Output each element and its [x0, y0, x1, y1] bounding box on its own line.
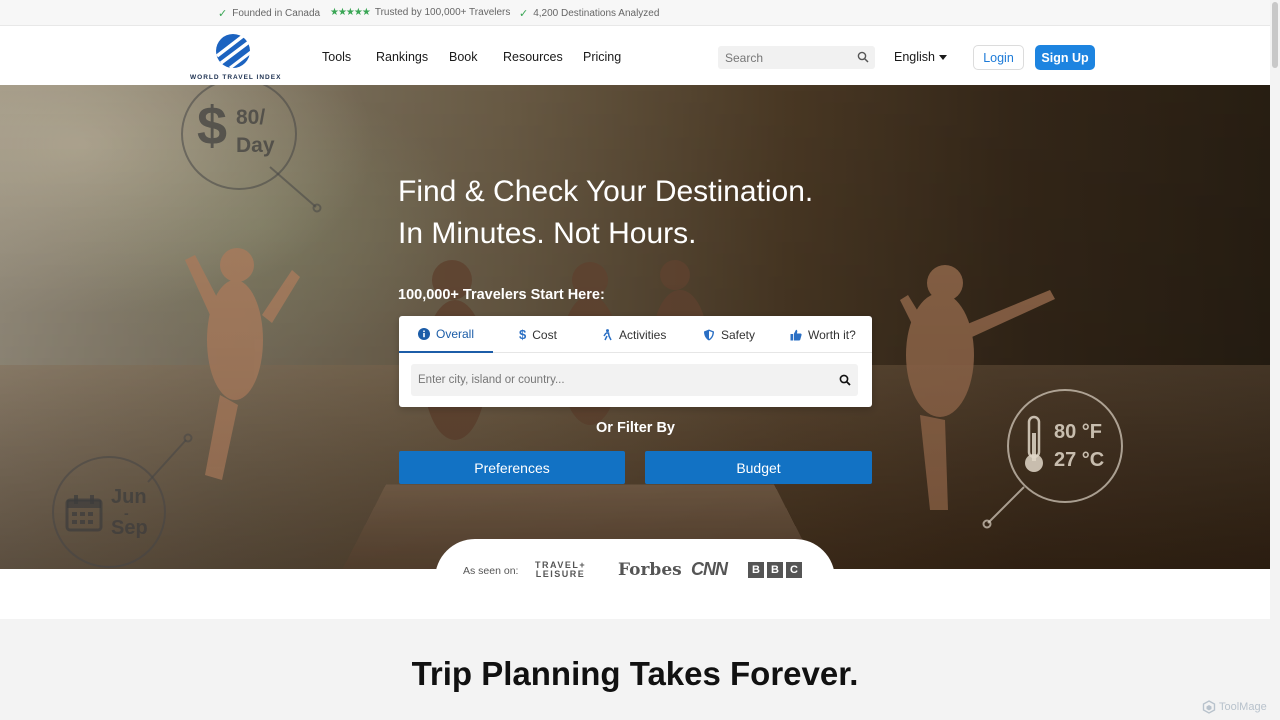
- page-scrollbar[interactable]: [1270, 0, 1280, 720]
- check-icon: ✓: [519, 8, 529, 20]
- thumbs-up-icon: [790, 329, 802, 340]
- nav-link-book[interactable]: Book: [449, 50, 478, 64]
- cost-value: 80/: [236, 106, 266, 129]
- tab-overall[interactable]: Overall: [399, 316, 493, 353]
- months-to: Sep: [111, 517, 148, 539]
- temperature-f: 80 °F: [1054, 421, 1103, 443]
- language-label: English: [894, 50, 935, 64]
- tab-worth-it-label: Worth it?: [808, 327, 856, 342]
- search-icon[interactable]: [857, 51, 869, 63]
- cost-badge-connector: [269, 166, 322, 213]
- watermark-text: ToolMage: [1219, 701, 1267, 713]
- search-input[interactable]: [718, 46, 848, 69]
- trust-trusted-text: Trusted by 100,000+ Travelers: [374, 7, 511, 18]
- trust-bar: ✓ Founded in Canada ★★★★★ Trusted by 100…: [0, 0, 1270, 26]
- temperature-c: 27 °C: [1054, 449, 1105, 471]
- destination-input[interactable]: [411, 364, 821, 396]
- search-box: [718, 46, 875, 69]
- destination-finder: Overall $ Cost Activities Safety Worth i…: [399, 316, 872, 407]
- months-badge-connector: [147, 433, 193, 483]
- info-icon: [417, 327, 430, 340]
- logo[interactable]: WORLD TRAVEL INDEX: [190, 32, 280, 82]
- cnn-logo: CNN: [691, 559, 728, 579]
- tab-safety-label: Safety: [721, 327, 756, 342]
- shield-icon: [704, 329, 714, 340]
- dollar-icon: $: [519, 327, 527, 342]
- travel-leisure-line2: LEISURE: [535, 569, 586, 579]
- signup-button[interactable]: Sign Up: [1035, 45, 1095, 70]
- preferences-button[interactable]: Preferences: [399, 451, 625, 484]
- cost-unit: Day: [236, 134, 275, 157]
- tab-cost[interactable]: $ Cost: [519, 316, 557, 353]
- or-filter-label: Or Filter By: [596, 420, 675, 436]
- temperature-badge-connector: [982, 486, 1025, 529]
- search-icon[interactable]: [839, 374, 851, 386]
- as-seen-on-label: As seen on:: [463, 565, 519, 577]
- nav-link-rankings[interactable]: Rankings: [376, 50, 428, 64]
- hero-title-line2: In Minutes. Not Hours.: [398, 217, 697, 250]
- caret-down-icon: [939, 54, 947, 60]
- nav-link-tools[interactable]: Tools: [322, 50, 351, 64]
- forbes-logo: Forbes: [618, 560, 682, 580]
- calendar-icon: [65, 495, 103, 532]
- hero-subtitle: 100,000+ Travelers Start Here:: [398, 287, 605, 303]
- travel-leisure-logo: TRAVEL+ LEISURE: [535, 561, 586, 579]
- watermark-logo-icon: [1202, 700, 1216, 714]
- destination-input-box: [411, 364, 858, 396]
- hero-title: Find & Check Your Destination. In Minute…: [398, 171, 813, 255]
- check-icon: ✓: [218, 8, 228, 20]
- tab-worth-it[interactable]: Worth it?: [790, 316, 856, 353]
- as-seen-on: As seen on: TRAVEL+ LEISURE Forbes CNN B…: [435, 539, 835, 599]
- hero-title-line1: Find & Check Your Destination.: [398, 175, 814, 208]
- trust-trusted: ★★★★★ Trusted by 100,000+ Travelers: [330, 7, 510, 18]
- tab-overall-label: Overall: [435, 326, 474, 341]
- section-trip-planning-title: Trip Planning Takes Forever.: [411, 655, 859, 692]
- tab-activities[interactable]: Activities: [601, 316, 666, 353]
- finder-tabs: Overall $ Cost Activities Safety Worth i…: [399, 316, 872, 353]
- watermark: ToolMage: [1202, 700, 1267, 714]
- scrollbar-thumb[interactable]: [1272, 2, 1278, 68]
- tab-activities-label: Activities: [619, 327, 667, 342]
- bbc-logo: B B C: [748, 562, 802, 578]
- login-button[interactable]: Login: [973, 45, 1024, 70]
- trust-destinations: ✓ 4,200 Destinations Analyzed: [519, 7, 659, 20]
- tab-safety[interactable]: Safety: [703, 316, 755, 353]
- dollar-icon: $: [197, 96, 228, 156]
- language-selector[interactable]: English: [894, 50, 947, 64]
- globe-logo-icon: [215, 34, 252, 70]
- bbc-letter: B: [748, 562, 764, 578]
- bbc-letter: B: [767, 562, 783, 578]
- navbar: WORLD TRAVEL INDEX Tools Rankings Book R…: [0, 26, 1270, 85]
- star-rating-icon: ★★★★★: [330, 7, 371, 18]
- trust-founded-text: Founded in Canada: [232, 8, 321, 19]
- nav-link-pricing[interactable]: Pricing: [583, 50, 621, 64]
- bbc-letter: C: [786, 562, 802, 578]
- tab-cost-label: Cost: [532, 327, 557, 342]
- nav-link-resources[interactable]: Resources: [503, 50, 563, 64]
- hero-section: $ 80/ Day Jun - Sep 80 °F 27 °C Find & C…: [0, 85, 1270, 569]
- thermometer-icon: [1025, 415, 1043, 472]
- trust-founded: ✓ Founded in Canada: [218, 7, 320, 20]
- hiking-icon: [603, 328, 612, 340]
- logo-text: WORLD TRAVEL INDEX: [190, 74, 282, 81]
- trust-destinations-text: 4,200 Destinations Analyzed: [533, 8, 660, 19]
- budget-button[interactable]: Budget: [645, 451, 872, 484]
